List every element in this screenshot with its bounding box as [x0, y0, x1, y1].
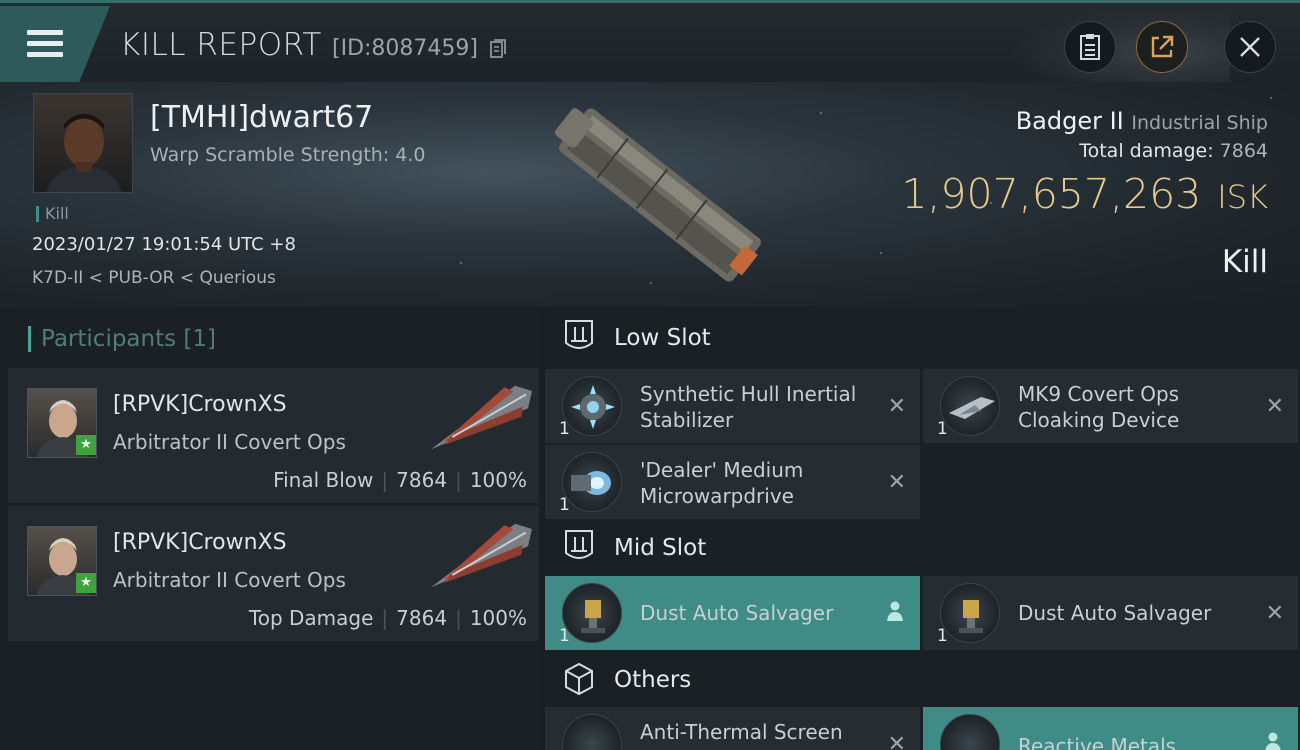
module-name: MK9 Covert Ops Cloaking Device	[1018, 382, 1180, 432]
ship-class: Industrial Ship	[1131, 112, 1268, 134]
dropped-person-icon	[1265, 732, 1281, 750]
module-name: Dust Auto Salvager	[1018, 601, 1212, 625]
others-header: Others	[545, 648, 1300, 712]
result-label: Kill	[1221, 244, 1268, 280]
share-icon	[1151, 35, 1174, 58]
mid-slot-header: Mid Slot	[545, 516, 1300, 580]
total-damage: Total damage: 7864	[1079, 140, 1268, 162]
hull-stabilizer-icon	[562, 376, 622, 436]
participant-damage: 7864	[396, 606, 448, 630]
reactive-metals-icon	[940, 714, 1000, 750]
module-quantity: 1	[937, 626, 948, 646]
participants-panel: Participants [1] ★ [RPVK]CrownXS Arbitra…	[0, 306, 540, 750]
victim-ship-image[interactable]	[530, 90, 790, 300]
module-name: Dust Auto Salvager	[640, 601, 834, 625]
share-button[interactable]	[1136, 21, 1188, 73]
module-item[interactable]: 1 Synthetic Hull Inertial Stabilizer ✕	[545, 369, 920, 443]
low-slot-icon	[565, 320, 593, 349]
module-quantity: 1	[937, 419, 948, 439]
avatar	[46, 114, 122, 192]
module-quantity: 1	[559, 419, 570, 439]
participant-name: [RPVK]CrownXS	[113, 530, 287, 555]
participant-ship-image	[430, 385, 532, 450]
clipboard-button[interactable]	[1064, 21, 1116, 73]
low-slot-header: Low Slot	[545, 306, 1300, 370]
cloaking-device-icon	[940, 376, 1000, 436]
participant-ship-image	[430, 523, 532, 588]
mid-slot-icon	[565, 530, 593, 559]
participant-row[interactable]: ★ [RPVK]CrownXS Arbitrator II Covert Ops…	[8, 368, 539, 504]
kill-tag: Kill	[36, 206, 69, 222]
mid-slot-title: Mid Slot	[614, 535, 707, 561]
destroyed-x-icon: ✕	[1265, 601, 1284, 626]
participants-header: Participants [1]	[28, 326, 216, 352]
module-item[interactable]: Anti-Thermal Screen ✕	[545, 707, 920, 750]
fitting-panel: Low Slot 1 Synthetic Hull Inertial Stabi…	[545, 306, 1300, 750]
victim-name[interactable]: [TMHI]dwart67	[150, 100, 373, 135]
participant-stats: Final Blow | 7864 | 100%	[273, 468, 527, 492]
destroyed-x-icon: ✕	[887, 470, 906, 495]
participant-row[interactable]: ★ [RPVK]CrownXS Arbitrator II Covert Ops…	[8, 506, 539, 642]
module-quantity: 1	[559, 495, 570, 515]
isk-value: 1,907,657,263 ISK	[901, 170, 1268, 218]
participant-role: Final Blow	[273, 468, 374, 492]
victim-header: [TMHI]dwart67 Warp Scramble Strength: 4.…	[0, 82, 1300, 306]
dropped-person-icon	[887, 601, 903, 621]
planet-backdrop	[1010, 3, 1230, 85]
destroyed-x-icon: ✕	[1265, 394, 1284, 419]
module-item[interactable]: 1 'Dealer' Medium Microwarpdrive ✕	[545, 445, 920, 519]
participant-percent: 100%	[469, 606, 527, 630]
module-item[interactable]: Reactive Metals	[923, 707, 1298, 750]
copy-icon[interactable]	[490, 39, 506, 59]
isk-unit: ISK	[1217, 178, 1268, 216]
page-title: KILL REPORT	[120, 27, 322, 63]
warp-scramble-strength: Warp Scramble Strength: 4.0	[150, 144, 426, 166]
total-damage-label: Total damage:	[1079, 140, 1214, 162]
low-slot-title: Low Slot	[614, 325, 711, 351]
kill-location[interactable]: K7D-II < PUB-OR < Querious	[32, 268, 276, 288]
close-button[interactable]	[1224, 21, 1276, 73]
hamburger-icon	[27, 30, 63, 58]
participant-ship: Arbitrator II Covert Ops	[113, 568, 346, 592]
module-item[interactable]: 1 Dust Auto Salvager	[545, 576, 920, 650]
report-id: [ID:8087459]	[332, 36, 478, 61]
participant-ship: Arbitrator II Covert Ops	[113, 430, 346, 454]
top-bar: KILL REPORT [ID:8087459]	[0, 0, 1300, 85]
friendly-star-icon: ★	[76, 573, 96, 593]
participant-name: [RPVK]CrownXS	[113, 392, 287, 417]
module-name: 'Dealer' Medium Microwarpdrive	[640, 458, 804, 508]
module-name: Synthetic Hull Inertial Stabilizer	[640, 382, 857, 432]
clipboard-icon	[1080, 34, 1100, 60]
module-name: Anti-Thermal Screen	[640, 720, 843, 744]
total-damage-value: 7864	[1219, 140, 1268, 162]
module-item[interactable]: 1 MK9 Covert Ops Cloaking Device ✕	[923, 369, 1298, 443]
menu-button[interactable]	[0, 6, 110, 82]
auto-salvager-icon	[940, 583, 1000, 643]
participant-stats: Top Damage | 7864 | 100%	[248, 606, 527, 630]
module-item[interactable]: 1 Dust Auto Salvager ✕	[923, 576, 1298, 650]
participant-role: Top Damage	[248, 606, 374, 630]
participant-damage: 7864	[396, 468, 448, 492]
microwarpdrive-icon	[562, 452, 622, 512]
auto-salvager-icon	[562, 583, 622, 643]
victim-ship-name[interactable]: Badger II Industrial Ship	[1016, 107, 1268, 135]
victim-portrait[interactable]	[33, 93, 133, 193]
isk-amount: 1,907,657,263	[901, 170, 1202, 218]
cube-icon	[565, 662, 593, 696]
ship-type: Badger II	[1015, 107, 1124, 135]
others-title: Others	[614, 667, 692, 693]
destroyed-x-icon: ✕	[887, 732, 906, 750]
module-name: Reactive Metals	[1018, 734, 1177, 750]
friendly-star-icon: ★	[76, 435, 96, 455]
thermal-screen-icon	[562, 714, 622, 750]
destroyed-x-icon: ✕	[887, 394, 906, 419]
participant-percent: 100%	[469, 468, 527, 492]
kill-datetime: 2023/01/27 19:01:54 UTC +8	[32, 234, 296, 255]
close-icon	[1240, 37, 1260, 57]
module-quantity: 1	[559, 626, 570, 646]
